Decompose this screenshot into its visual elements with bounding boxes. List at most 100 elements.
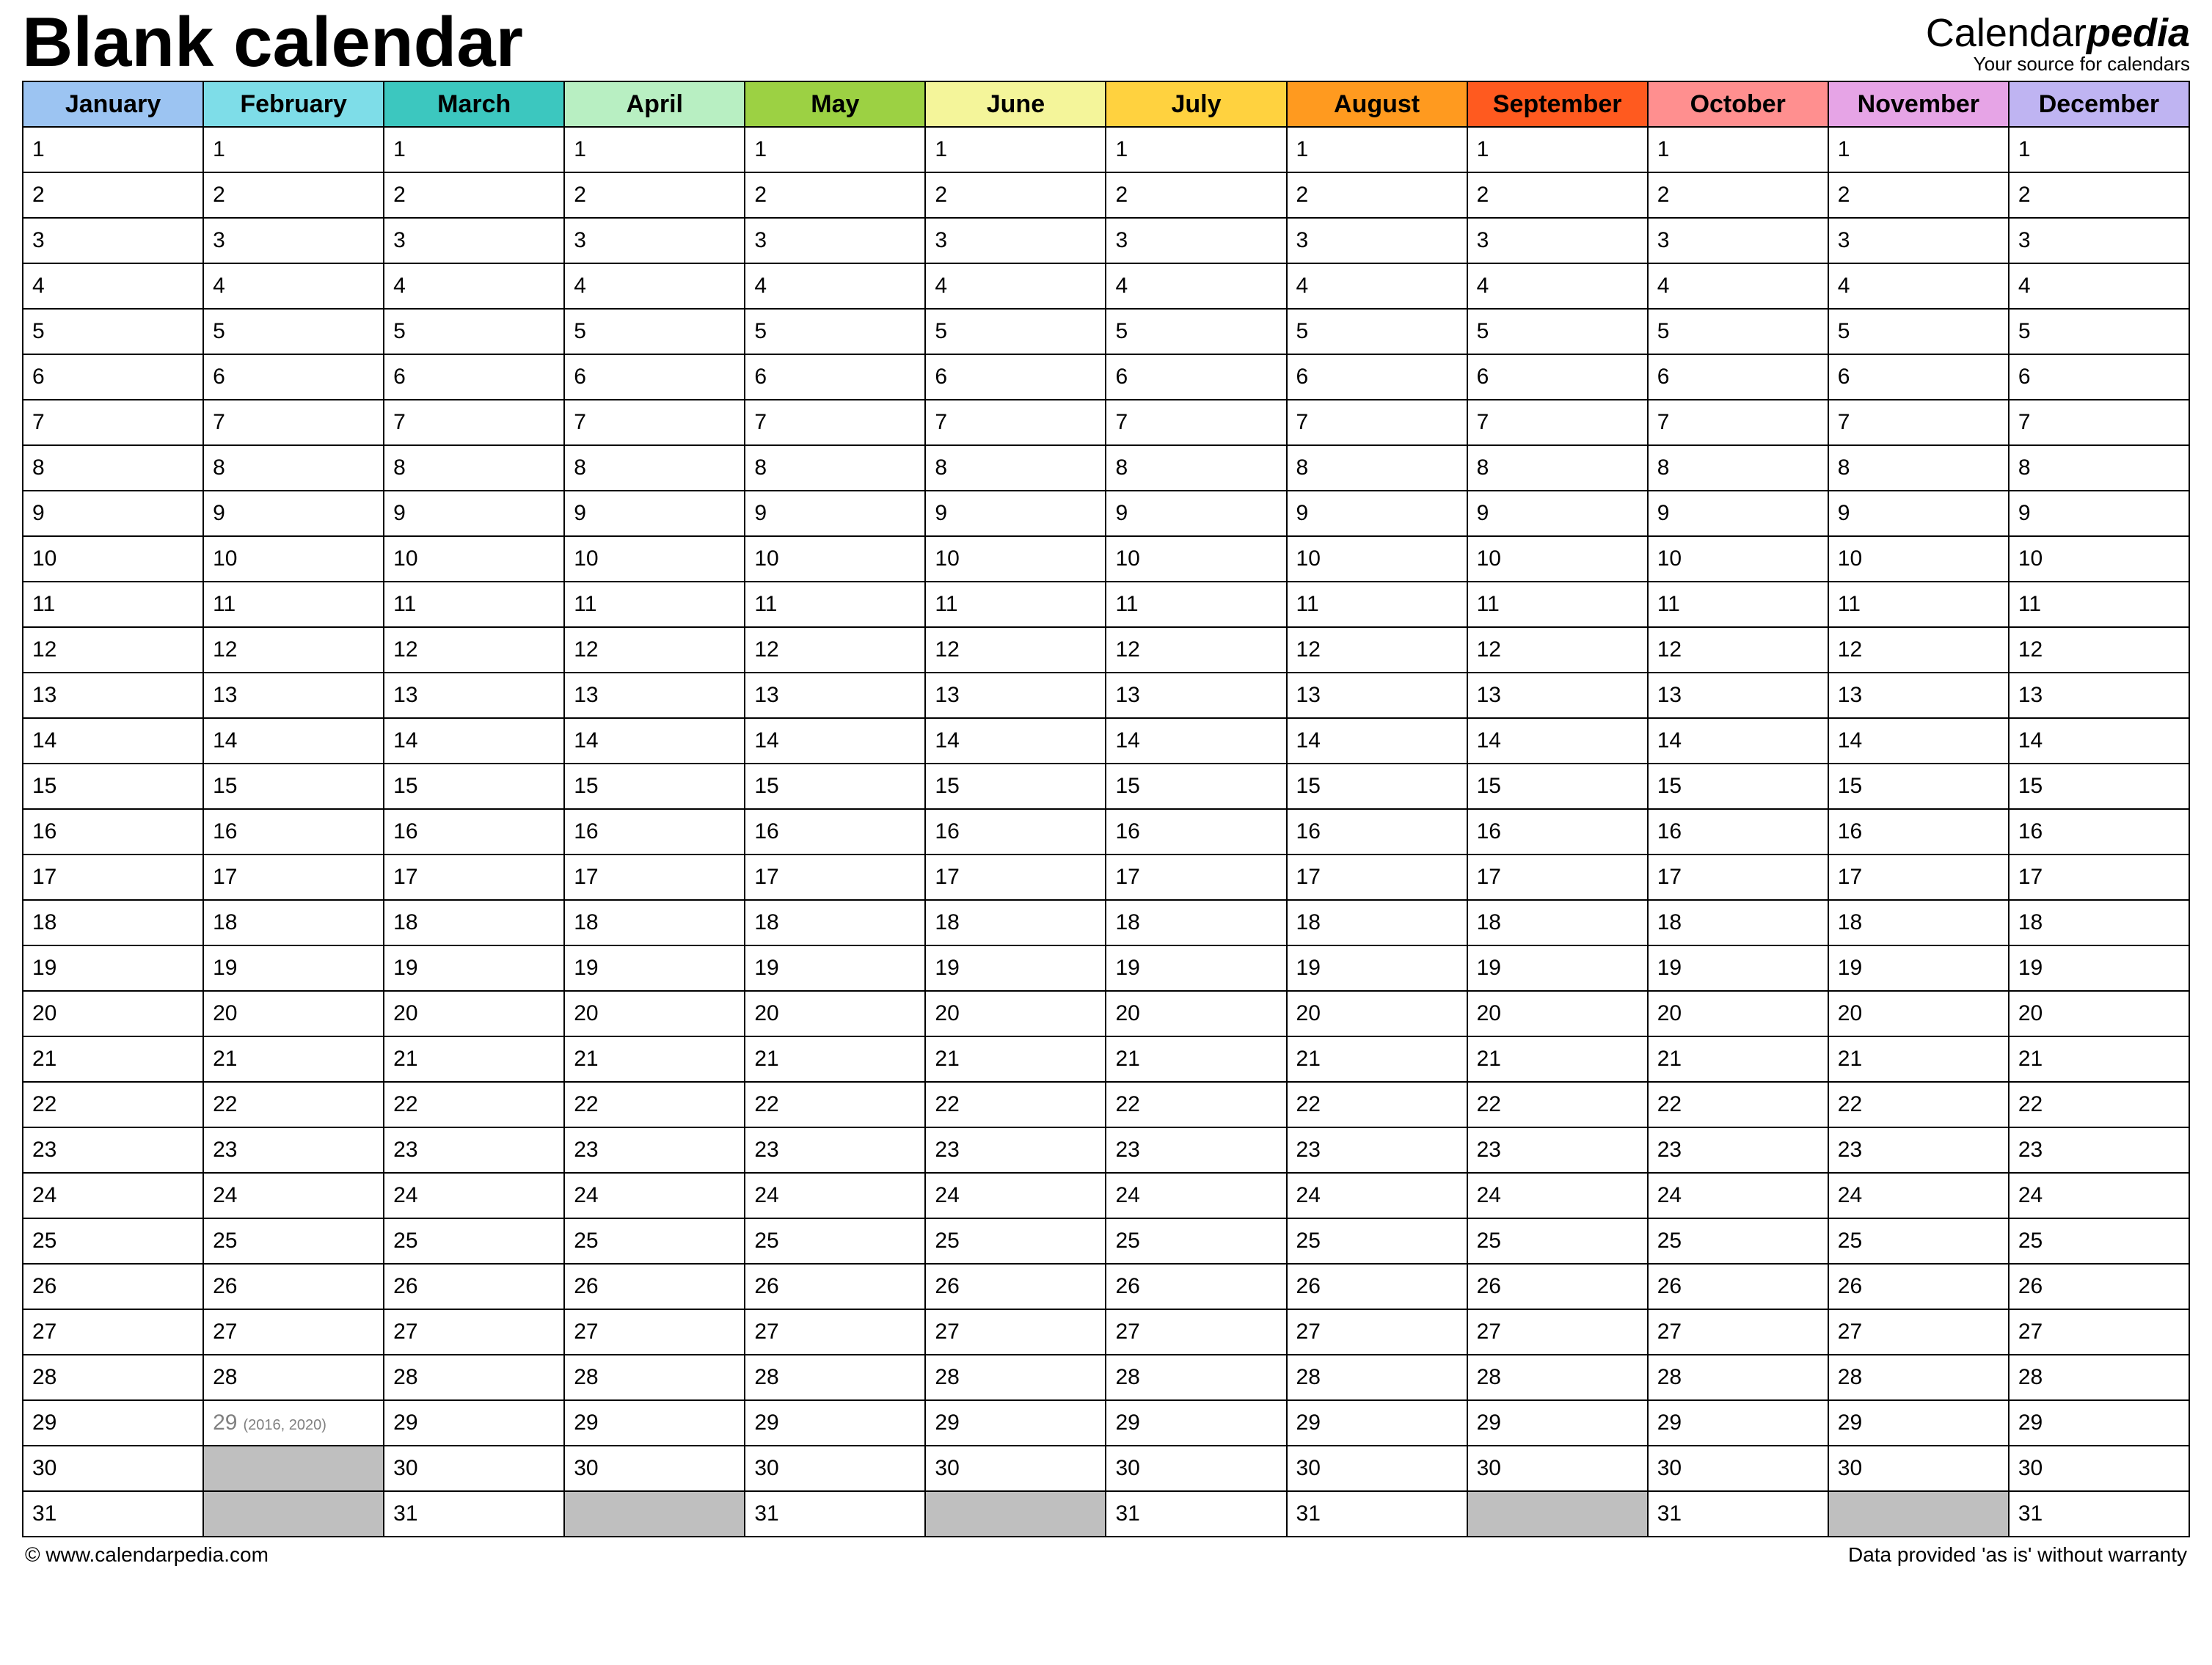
day-cell: 31 <box>2009 1491 2189 1537</box>
month-header-october: October <box>1648 81 1828 127</box>
day-cell: 26 <box>23 1264 203 1309</box>
table-row: 191919191919191919191919 <box>23 945 2189 991</box>
day-cell: 13 <box>23 673 203 718</box>
day-cell: 24 <box>1648 1173 1828 1218</box>
day-cell: 21 <box>564 1036 745 1082</box>
day-cell: 4 <box>1106 263 1286 309</box>
table-row: 111111111111 <box>23 127 2189 172</box>
day-cell: 3 <box>1287 218 1467 263</box>
day-cell: 18 <box>23 900 203 945</box>
table-row: 252525252525252525252525 <box>23 1218 2189 1264</box>
day-cell: 26 <box>2009 1264 2189 1309</box>
day-cell: 8 <box>1467 445 1648 491</box>
day-cell: 6 <box>1106 354 1286 400</box>
table-row: 131313131313131313131313 <box>23 673 2189 718</box>
day-cell: 3 <box>384 218 564 263</box>
day-cell <box>1828 1491 2009 1537</box>
month-header-november: November <box>1828 81 2009 127</box>
day-cell: 12 <box>2009 627 2189 673</box>
day-cell: 23 <box>1467 1127 1648 1173</box>
calendar-table: JanuaryFebruaryMarchAprilMayJuneJulyAugu… <box>22 81 2190 1537</box>
day-cell: 24 <box>203 1173 384 1218</box>
day-cell: 10 <box>203 536 384 582</box>
table-row: 31313131313131 <box>23 1491 2189 1537</box>
day-cell: 2 <box>203 172 384 218</box>
day-cell: 30 <box>2009 1446 2189 1491</box>
day-cell: 8 <box>2009 445 2189 491</box>
day-cell: 1 <box>1828 127 2009 172</box>
day-cell: 25 <box>384 1218 564 1264</box>
day-cell: 18 <box>203 900 384 945</box>
day-cell: 30 <box>1106 1446 1286 1491</box>
day-cell: 22 <box>1648 1082 1828 1127</box>
day-cell: 29 <box>384 1400 564 1446</box>
month-header-december: December <box>2009 81 2189 127</box>
day-cell: 31 <box>1287 1491 1467 1537</box>
day-cell: 4 <box>745 263 925 309</box>
day-cell <box>564 1491 745 1537</box>
day-cell: 6 <box>2009 354 2189 400</box>
day-cell: 16 <box>1106 809 1286 855</box>
day-cell: 3 <box>1648 218 1828 263</box>
day-cell: 6 <box>203 354 384 400</box>
day-cell: 2 <box>2009 172 2189 218</box>
day-cell: 18 <box>1467 900 1648 945</box>
day-cell: 27 <box>1287 1309 1467 1355</box>
day-cell: 12 <box>1287 627 1467 673</box>
day-cell: 20 <box>1467 991 1648 1036</box>
day-cell: 19 <box>745 945 925 991</box>
day-cell: 21 <box>2009 1036 2189 1082</box>
footer-copyright: © www.calendarpedia.com <box>25 1543 269 1567</box>
month-header-july: July <box>1106 81 1286 127</box>
day-cell <box>203 1446 384 1491</box>
day-cell: 7 <box>745 400 925 445</box>
day-cell: 27 <box>2009 1309 2189 1355</box>
day-cell: 8 <box>203 445 384 491</box>
day-cell: 31 <box>1106 1491 1286 1537</box>
day-cell: 18 <box>384 900 564 945</box>
day-cell: 13 <box>1287 673 1467 718</box>
day-cell: 23 <box>564 1127 745 1173</box>
day-cell: 25 <box>745 1218 925 1264</box>
day-cell: 30 <box>1467 1446 1648 1491</box>
day-cell: 9 <box>1467 491 1648 536</box>
month-header-september: September <box>1467 81 1648 127</box>
day-cell: 30 <box>745 1446 925 1491</box>
day-cell: 15 <box>1648 764 1828 809</box>
day-cell: 20 <box>203 991 384 1036</box>
day-cell: 1 <box>2009 127 2189 172</box>
day-cell: 24 <box>2009 1173 2189 1218</box>
day-cell: 26 <box>925 1264 1106 1309</box>
day-cell: 28 <box>203 1355 384 1400</box>
day-cell: 3 <box>23 218 203 263</box>
day-cell: 20 <box>1828 991 2009 1036</box>
day-cell: 22 <box>384 1082 564 1127</box>
day-cell: 14 <box>1106 718 1286 764</box>
day-cell: 24 <box>564 1173 745 1218</box>
day-cell: 31 <box>384 1491 564 1537</box>
day-cell: 24 <box>384 1173 564 1218</box>
day-cell: 12 <box>203 627 384 673</box>
day-cell: 10 <box>1467 536 1648 582</box>
day-cell: 26 <box>384 1264 564 1309</box>
day-cell: 17 <box>1648 855 1828 900</box>
day-cell: 5 <box>2009 309 2189 354</box>
table-row: 232323232323232323232323 <box>23 1127 2189 1173</box>
day-cell: 14 <box>745 718 925 764</box>
day-cell: 15 <box>1287 764 1467 809</box>
day-cell: 7 <box>925 400 1106 445</box>
table-row: 111111111111111111111111 <box>23 582 2189 627</box>
day-cell: 23 <box>2009 1127 2189 1173</box>
day-cell: 10 <box>1287 536 1467 582</box>
day-cell: 28 <box>1828 1355 2009 1400</box>
day-cell: 9 <box>23 491 203 536</box>
day-cell: 11 <box>23 582 203 627</box>
day-cell: 15 <box>925 764 1106 809</box>
day-cell: 1 <box>203 127 384 172</box>
day-cell: 20 <box>384 991 564 1036</box>
day-cell: 26 <box>1467 1264 1648 1309</box>
day-cell: 28 <box>23 1355 203 1400</box>
day-cell: 30 <box>1648 1446 1828 1491</box>
day-cell: 1 <box>564 127 745 172</box>
day-cell: 4 <box>925 263 1106 309</box>
